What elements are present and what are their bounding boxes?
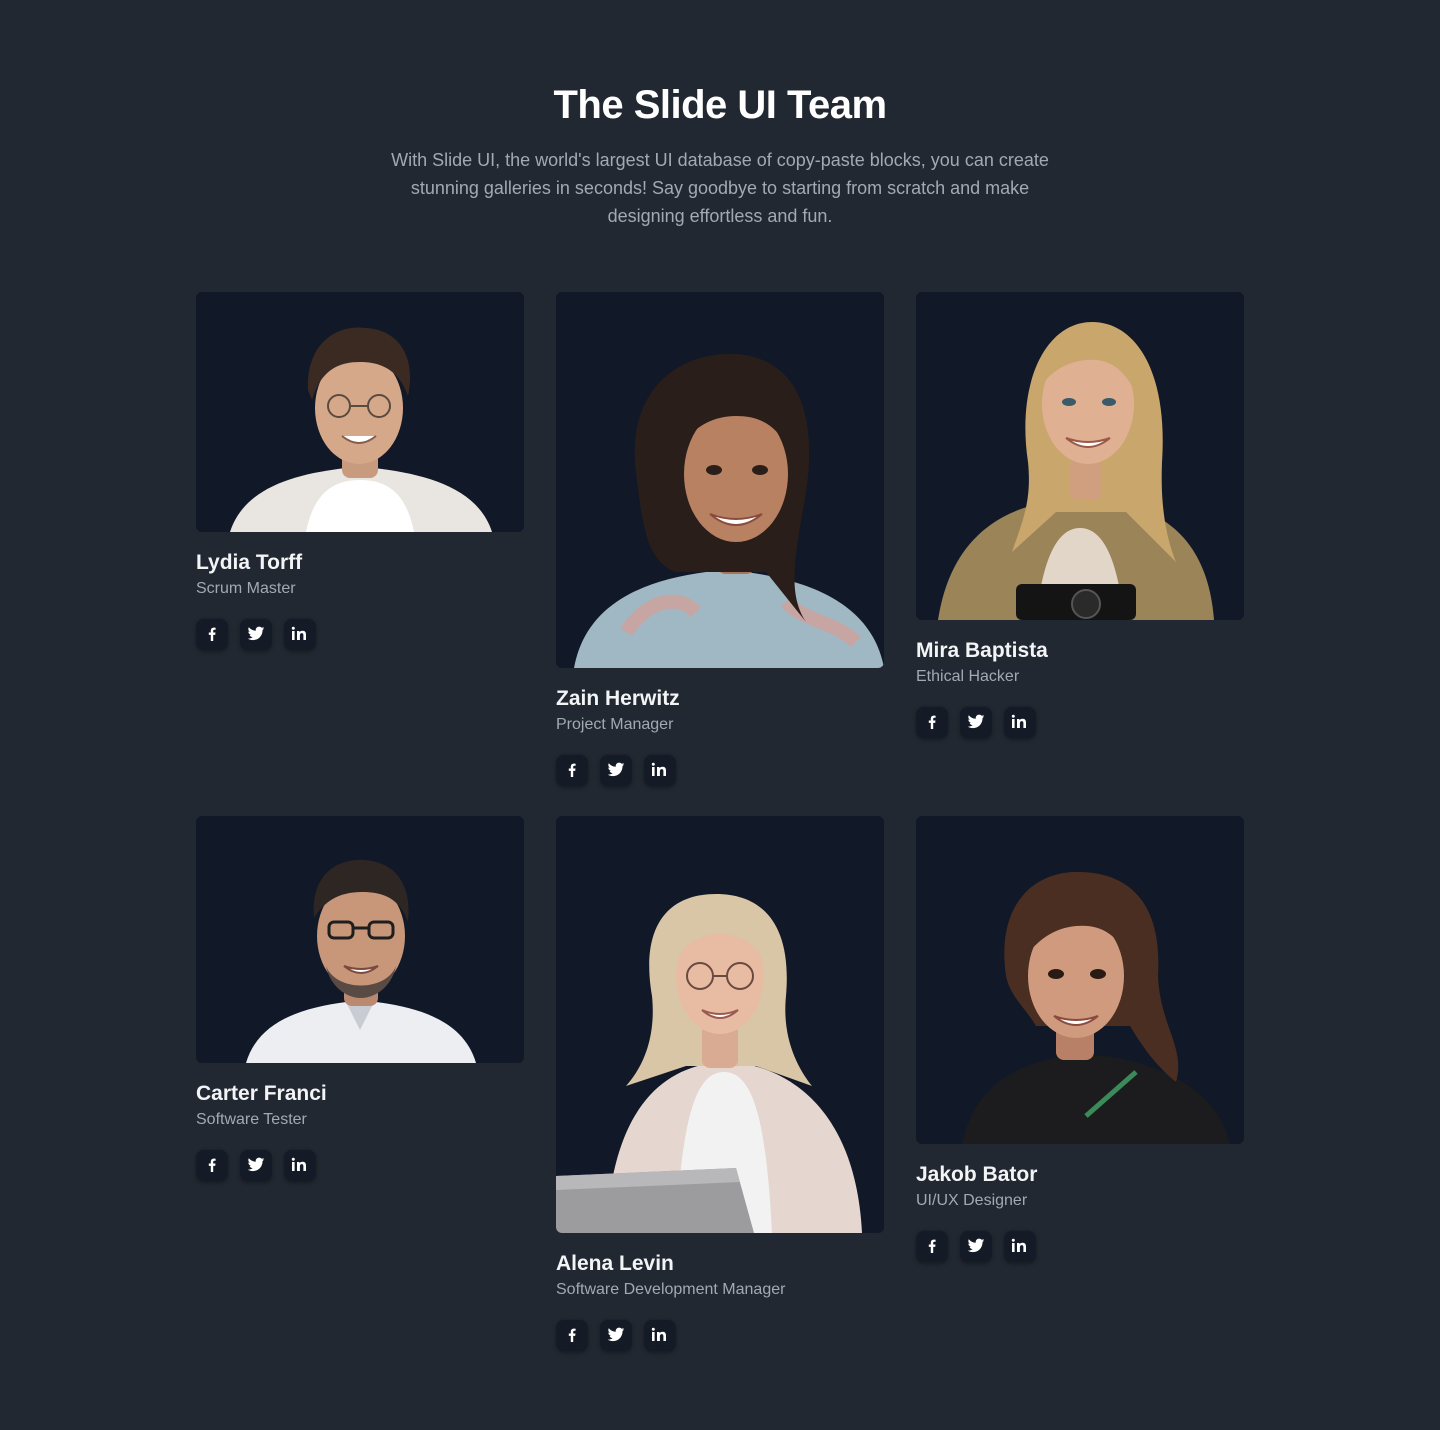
member-role: Project Manager [556,716,674,733]
facebook-icon [928,1239,936,1253]
team-page: The Slide UI Team With Slide UI, the wor… [0,0,1440,1430]
twitter-link[interactable] [240,618,272,650]
twitter-link[interactable] [600,754,632,786]
linkedin-link[interactable] [644,754,676,786]
facebook-link[interactable] [916,706,948,738]
social-links [556,1319,884,1351]
member-name: Mira Baptista [916,639,1048,662]
member-photo [916,816,1244,1144]
twitter-icon [967,714,985,729]
linkedin-icon [651,1327,666,1341]
member-name: Jakob Bator [916,1163,1038,1186]
linkedin-link[interactable] [284,618,316,650]
linkedin-icon [291,626,306,640]
twitter-icon [607,1327,625,1342]
member-photo [556,292,884,668]
twitter-icon [247,626,265,641]
facebook-link[interactable] [556,754,588,786]
facebook-icon [208,1158,216,1172]
team-card: Carter Franci Software Tester [196,816,524,1181]
member-role: UI/UX Designer [916,1192,1028,1209]
social-links [196,618,524,650]
member-photo [196,816,524,1063]
social-links [916,706,1244,738]
twitter-icon [247,1157,265,1172]
member-photo [556,816,884,1233]
twitter-icon [967,1238,985,1253]
linkedin-icon [1011,714,1026,728]
member-role: Ethical Hacker [916,668,1020,685]
team-card: Mira Baptista Ethical Hacker [916,292,1244,738]
member-name: Zain Herwitz [556,687,680,710]
member-role: Software Development Manager [556,1281,786,1298]
twitter-link[interactable] [960,1230,992,1262]
linkedin-icon [291,1157,306,1171]
member-photo [196,292,524,532]
twitter-link[interactable] [600,1319,632,1351]
member-name: Carter Franci [196,1082,327,1105]
linkedin-link[interactable] [284,1149,316,1181]
member-name: Alena Levin [556,1252,674,1275]
team-header: The Slide UI Team With Slide UI, the wor… [0,80,1440,230]
facebook-icon [208,627,216,641]
member-role: Software Tester [196,1111,307,1128]
facebook-link[interactable] [196,618,228,650]
twitter-link[interactable] [240,1149,272,1181]
facebook-icon [568,1328,576,1342]
social-links [916,1230,1244,1262]
page-title: The Slide UI Team [553,83,887,127]
team-card: Jakob Bator UI/UX Designer [916,816,1244,1262]
twitter-icon [607,762,625,777]
member-photo [916,292,1244,620]
social-links [556,754,884,786]
page-subtitle: With Slide UI, the world's largest UI da… [391,150,1049,226]
team-card: Lydia Torff Scrum Master [196,292,524,650]
linkedin-icon [1011,1238,1026,1252]
social-links [196,1149,524,1181]
facebook-icon [928,715,936,729]
member-role: Scrum Master [196,580,296,597]
team-card: Alena Levin Software Development Manager [556,816,884,1351]
team-card: Zain Herwitz Project Manager [556,292,884,786]
linkedin-link[interactable] [644,1319,676,1351]
linkedin-link[interactable] [1004,706,1036,738]
linkedin-icon [651,762,666,776]
facebook-link[interactable] [916,1230,948,1262]
member-name: Lydia Torff [196,551,303,574]
facebook-link[interactable] [196,1149,228,1181]
facebook-link[interactable] [556,1319,588,1351]
linkedin-link[interactable] [1004,1230,1036,1262]
twitter-link[interactable] [960,706,992,738]
facebook-icon [568,763,576,777]
